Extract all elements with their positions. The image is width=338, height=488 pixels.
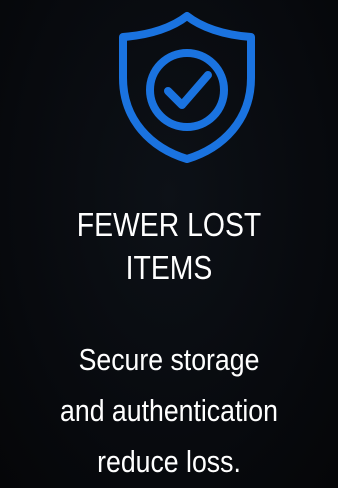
feature-title: FEWER LOST ITEMS xyxy=(24,203,315,289)
feature-description-line-2: and authentication xyxy=(60,393,278,428)
feature-description-line-3: reduce loss. xyxy=(97,444,241,479)
feature-description: Secure storage and authentication reduce… xyxy=(24,334,315,487)
feature-description-line-1: Secure storage xyxy=(78,342,260,377)
feature-card: FEWER LOST ITEMS Secure storage and auth… xyxy=(0,0,338,488)
shield-check-icon xyxy=(117,8,257,168)
feature-title-line-1: FEWER LOST xyxy=(76,206,262,243)
feature-title-line-2: ITEMS xyxy=(125,249,213,286)
